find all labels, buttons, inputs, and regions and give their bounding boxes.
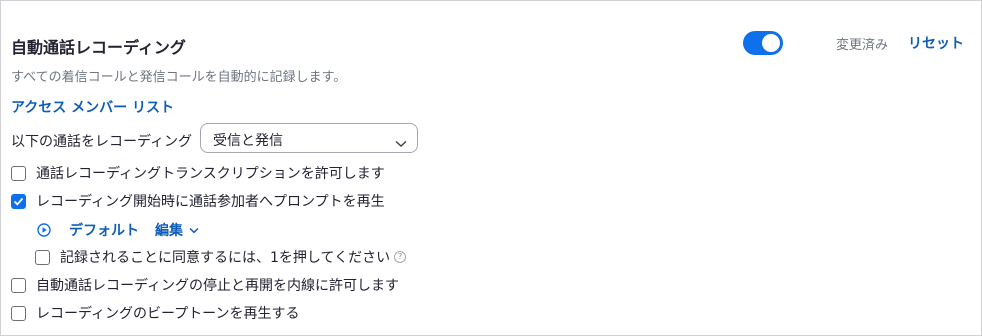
record-calls-select[interactable]: 受信と発信 xyxy=(200,123,418,153)
play-icon[interactable] xyxy=(37,223,51,237)
allow-pause-resume-label: 自動通話レコーディングの停止と再開を内線に許可します xyxy=(36,278,400,294)
auto-recording-toggle[interactable] xyxy=(743,31,783,55)
option-allow-transcription: 通話レコーディングトランスクリプションを許可します xyxy=(11,163,385,183)
option-consent-press-1: 記録されることに同意するには、1を押してください ? xyxy=(35,247,407,267)
access-member-list-link[interactable]: アクセス メンバー リスト xyxy=(11,97,174,117)
option-play-prompt: レコーディング開始時に通話参加者へプロンプトを再生 xyxy=(11,191,385,211)
play-beep-label: レコーディングのビープトーンを再生する xyxy=(36,306,300,322)
play-prompt-label: レコーディング開始時に通話参加者へプロンプトを再生 xyxy=(36,194,385,210)
option-play-beep: レコーディングのビープトーンを再生する xyxy=(11,303,299,323)
play-prompt-checkbox[interactable] xyxy=(11,193,26,209)
record-calls-label: 以下の通話をレコーディング xyxy=(11,134,193,150)
option-allow-pause-resume: 自動通話レコーディングの停止と再開を内線に許可します xyxy=(11,275,399,295)
modified-status: 変更済み xyxy=(836,38,889,53)
chevron-down-icon xyxy=(395,133,407,152)
section-title: 自動通話レコーディング xyxy=(11,38,186,57)
edit-prompt-dropdown[interactable]: 編集 xyxy=(155,220,199,240)
auto-call-recording-panel: 自動通話レコーディング 変更済み リセット すべての着信コールと発信コールを自動… xyxy=(0,0,982,336)
edit-prompt-label: 編集 xyxy=(155,223,183,239)
chevron-down-icon xyxy=(189,222,199,238)
allow-transcription-label: 通話レコーディングトランスクリプションを許可します xyxy=(36,166,385,182)
record-calls-select-value: 受信と発信 xyxy=(213,133,283,149)
allow-pause-resume-checkbox[interactable] xyxy=(11,277,26,293)
default-prompt-link[interactable]: デフォルト xyxy=(69,220,139,240)
consent-checkbox[interactable] xyxy=(35,249,50,265)
reset-link[interactable]: リセット xyxy=(908,33,964,53)
section-description: すべての着信コールと発信コールを自動的に記録します。 xyxy=(11,70,347,85)
consent-label: 記録されることに同意するには、1を押してください xyxy=(60,250,391,266)
prompt-controls: デフォルト 編集 xyxy=(37,220,199,240)
toggle-knob xyxy=(762,34,780,52)
play-beep-checkbox[interactable] xyxy=(11,305,26,321)
checkmark-icon xyxy=(13,197,24,206)
allow-transcription-checkbox[interactable] xyxy=(11,165,26,181)
help-icon[interactable]: ? xyxy=(394,251,407,263)
